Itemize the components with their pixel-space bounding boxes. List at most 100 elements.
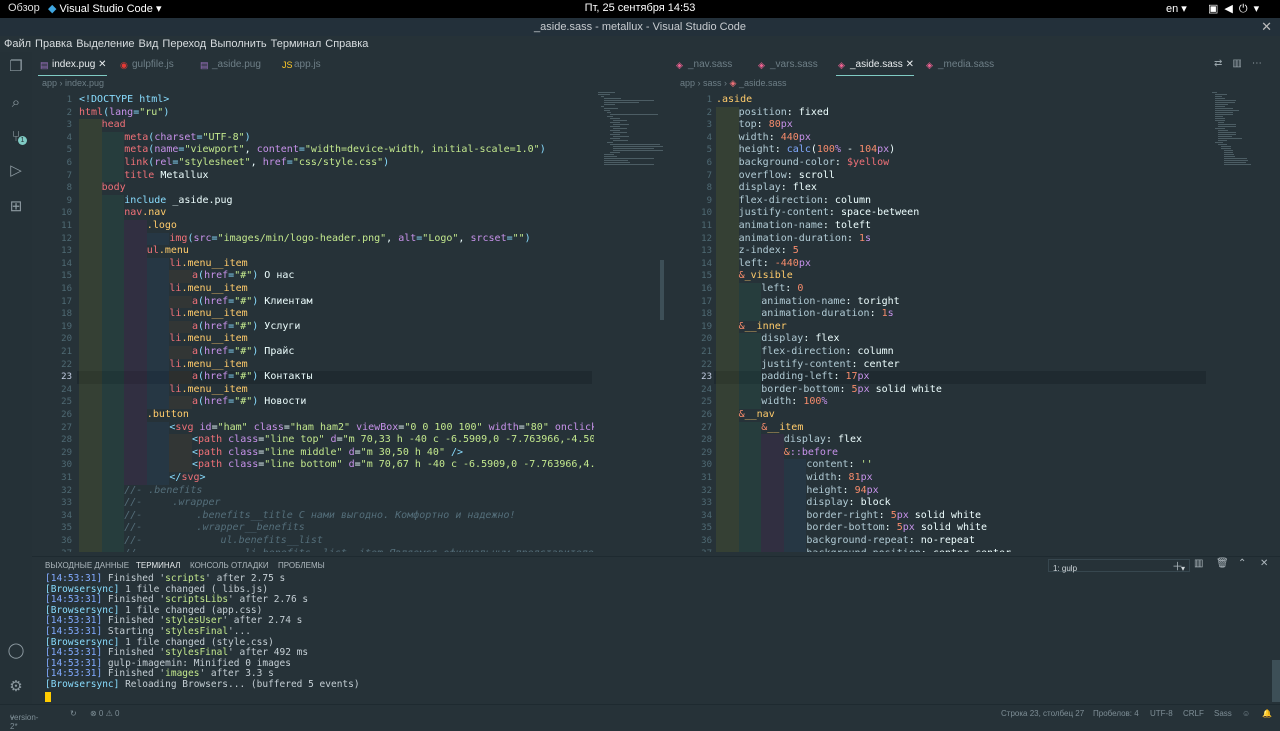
code-line[interactable]: //- .wrapper [124, 497, 220, 510]
code-line[interactable]: a(href="#") Услуги [192, 321, 300, 334]
code-line[interactable]: a(href="#") О нас [192, 270, 294, 283]
menu-item-3[interactable]: Вид [135, 36, 159, 50]
code-line[interactable]: display: flex [784, 434, 862, 447]
code-line[interactable]: html(lang="ru") [79, 107, 169, 120]
left-scrollbar[interactable] [660, 260, 664, 320]
code-line[interactable]: top: 80px [739, 119, 793, 132]
close-panel-icon[interactable]: ✕ [1260, 558, 1268, 569]
code-line[interactable]: //- li.benefits__list__item Являемся офи… [124, 548, 594, 552]
maximize-panel-icon[interactable]: ⌃ [1238, 558, 1246, 569]
code-line[interactable]: animation-duration: 1s [739, 233, 871, 246]
code-line[interactable]: content: '' [806, 459, 872, 472]
code-line[interactable]: padding-left: 17px [761, 371, 869, 384]
code-line[interactable]: <!DOCTYPE html> [79, 94, 169, 107]
explorer-icon[interactable]: ❐ [7, 58, 25, 76]
tab-right_editor-3[interactable]: ◈ _media.sass [924, 54, 994, 76]
left-minimap[interactable] [594, 90, 664, 552]
menu-item-5[interactable]: Выполнить [206, 36, 266, 50]
code-line[interactable]: display: flex [739, 182, 817, 195]
left-code-editor[interactable]: 1 <!DOCTYPE html> 2 html(lang="ru") 3 head 4 me… [32, 90, 594, 552]
tab-left_editor-2[interactable]: ▤ _aside.pug [198, 54, 261, 76]
code-line[interactable]: z-index: 5 [739, 245, 799, 258]
code-line[interactable]: &__nav [739, 409, 775, 422]
code-line[interactable]: a(href="#") Новости [192, 396, 306, 409]
code-line[interactable]: width: 100% [761, 396, 827, 409]
tab-terminal[interactable]: ТЕРМИНАЛ [136, 561, 180, 570]
run-debug-icon[interactable]: ▷ [7, 162, 25, 180]
code-line[interactable]: overflow: scroll [739, 170, 835, 183]
new-terminal-icon[interactable]: ＋ [1172, 558, 1183, 574]
code-line[interactable]: width: 81px [806, 472, 872, 485]
sync-icon[interactable]: ↻ [70, 709, 77, 718]
code-line[interactable]: &::before [784, 447, 838, 460]
code-line[interactable]: border-bottom: 5px solid white [806, 522, 987, 535]
end-of-line[interactable]: CRLF [1183, 709, 1204, 718]
tab-debug-console[interactable]: КОНСОЛЬ ОТЛАДКИ [190, 561, 269, 570]
trash-icon[interactable]: 🗑 [1216, 558, 1229, 569]
tab-left_editor-0[interactable]: ▤ index.pug ✕ [38, 54, 107, 76]
language-mode[interactable]: Sass [1214, 709, 1232, 718]
cursor-position[interactable]: Строка 23, столбец 27 [1001, 709, 1084, 718]
code-line[interactable]: &__inner [739, 321, 787, 334]
code-line[interactable]: title Metallux [124, 170, 208, 183]
menu-item-1[interactable]: Правка [31, 36, 72, 50]
more-icon[interactable]: ⋯ [1252, 58, 1272, 69]
code-line[interactable]: border-right: 5px solid white [806, 510, 981, 523]
code-line[interactable]: justify-content: space-between [739, 207, 920, 220]
code-line[interactable]: a(href="#") Контакты [192, 371, 312, 384]
code-line[interactable]: position: fixed [739, 107, 829, 120]
code-line[interactable]: flex-direction: column [761, 346, 893, 359]
search-icon[interactable]: ⌕ [7, 94, 25, 112]
system-tray[interactable]: ▣◀⏻▾ [1208, 2, 1265, 16]
code-line[interactable]: li.menu__item [169, 333, 247, 346]
code-line[interactable]: display: flex [761, 333, 839, 346]
terminal-scrollbar[interactable] [1272, 660, 1280, 702]
code-line[interactable]: background-color: $yellow [739, 157, 890, 170]
code-line[interactable]: .button [147, 409, 189, 422]
code-line[interactable]: background-repeat: no-repeat [806, 535, 975, 548]
code-line[interactable]: img(src="images/min/logo-header.png", al… [169, 233, 530, 246]
code-line[interactable]: link(rel="stylesheet", href="css/style.c… [124, 157, 389, 170]
right-code-editor[interactable]: 1 .aside 2 position: fixed 3 top: 80px 4 width:… [672, 90, 1208, 552]
tab-output[interactable]: ВЫХОДНЫЕ ДАННЫЕ [45, 561, 129, 570]
code-line[interactable]: li.menu__item [169, 258, 247, 271]
code-line[interactable]: justify-content: center [761, 359, 899, 372]
code-line[interactable]: //- ul.benefits__list [124, 535, 323, 548]
tab-left_editor-3[interactable]: JS app.js [280, 54, 321, 76]
code-line[interactable]: background-position: center center [806, 548, 1011, 552]
code-line[interactable]: border-bottom: 5px solid white [761, 384, 942, 397]
left-breadcrumb[interactable]: app › index.pug [42, 78, 104, 88]
split-terminal-icon[interactable]: ▥ [1194, 558, 1203, 569]
code-line[interactable]: <path class="line bottom" d="m 70,67 h -… [192, 459, 594, 472]
code-line[interactable]: body [102, 182, 126, 195]
menu-item-0[interactable]: Файл [0, 36, 31, 50]
tab-right_editor-1[interactable]: ◈ _vars.sass [756, 54, 818, 76]
indentation[interactable]: Пробелов: 4 [1093, 709, 1139, 718]
code-line[interactable]: &__item [761, 422, 803, 435]
code-line[interactable]: nav.nav [124, 207, 166, 220]
code-line[interactable]: animation-duration: 1s [761, 308, 893, 321]
close-tab-icon[interactable]: ✕ [903, 59, 914, 70]
code-line[interactable]: animation-name: toleft [739, 220, 871, 233]
code-line[interactable]: head [102, 119, 126, 132]
code-line[interactable]: meta(name="viewport", content="width=dev… [124, 144, 546, 157]
code-line[interactable]: .logo [147, 220, 177, 233]
split-editor-icon[interactable]: ▥ [1232, 58, 1251, 69]
code-line[interactable]: </svg> [169, 472, 205, 485]
code-line[interactable]: height: 94px [806, 485, 878, 498]
code-line[interactable]: meta(charset="UTF-8") [124, 132, 251, 145]
bell-icon[interactable]: 🔔 [1262, 709, 1272, 718]
code-line[interactable]: flex-direction: column [739, 195, 871, 208]
language-indicator[interactable]: en ▾ [1166, 2, 1187, 15]
terminal-select[interactable]: 1: gulp ▾ [1048, 559, 1190, 573]
code-line[interactable]: ul.menu [147, 245, 189, 258]
problems-indicator[interactable]: ⊗ 0 ⚠ 0 [90, 709, 119, 718]
code-line[interactable]: <path class="line middle" d="m 30,50 h 4… [192, 447, 463, 460]
code-line[interactable]: left: -440px [739, 258, 811, 271]
terminal-output[interactable]: [14:53:31] Finished 'scripts' after 2.75… [45, 573, 1245, 702]
menu-item-2[interactable]: Выделение [72, 36, 134, 50]
tab-right_editor-0[interactable]: ◈ _nav.sass [674, 54, 732, 76]
code-line[interactable]: width: 440px [739, 132, 811, 145]
code-line[interactable]: //- .benefits [124, 485, 202, 498]
menu-item-4[interactable]: Переход [158, 36, 206, 50]
